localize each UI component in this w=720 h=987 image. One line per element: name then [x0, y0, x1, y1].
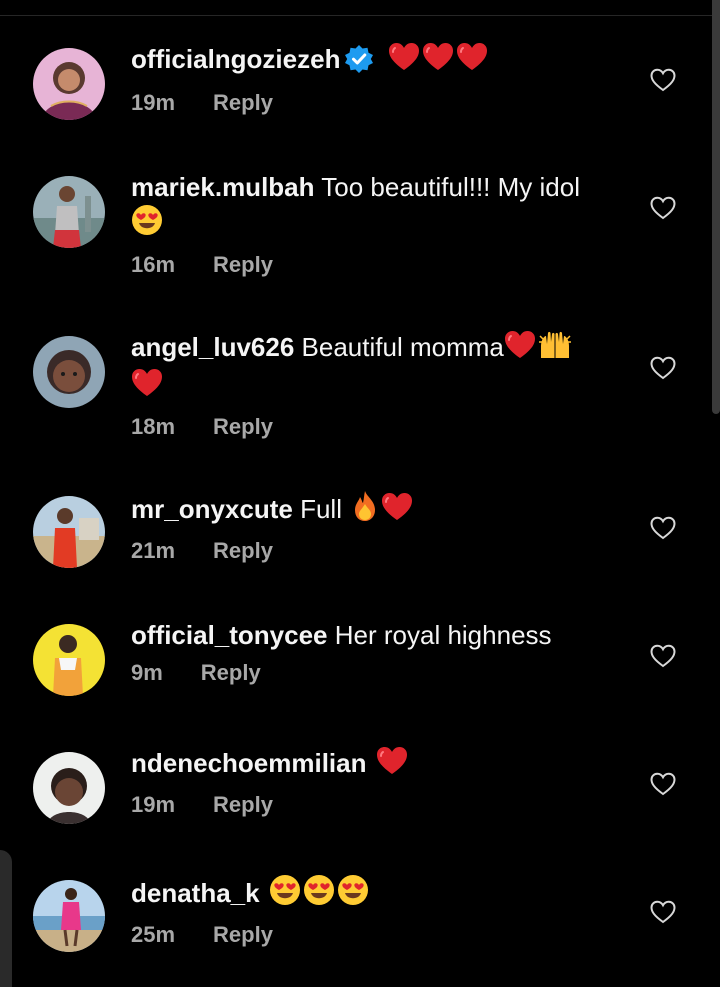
heart-eyes-emoji-icon [337, 874, 369, 914]
comment-text: mariek.mulbah Too beautiful!!! My idol [131, 170, 621, 204]
heart-eyes-emoji-icon [269, 874, 301, 914]
comment-text: denatha_k [131, 874, 621, 914]
heart-eyes-emoji-icon [131, 204, 163, 244]
reply-button[interactable]: Reply [213, 922, 273, 948]
heart-emoji-icon [504, 330, 536, 368]
comment-text: ndenechoemmilian [131, 746, 621, 784]
avatar[interactable] [33, 752, 105, 824]
comment-body: Too beautiful!!! My idol [321, 172, 580, 202]
reply-button[interactable]: Reply [213, 792, 273, 818]
avatar[interactable] [33, 624, 105, 696]
comment-text-continued [131, 368, 621, 406]
avatar[interactable] [33, 496, 105, 568]
avatar[interactable] [33, 880, 105, 952]
comment-username[interactable]: officialngoziezeh [131, 44, 340, 74]
like-heart-icon[interactable] [650, 196, 676, 220]
comment-text: officialngoziezeh [131, 42, 621, 82]
comment-body: Full [300, 494, 350, 524]
comment-username[interactable]: angel_luv626 [131, 332, 294, 362]
comment-meta: 19m Reply [131, 90, 621, 116]
like-heart-icon[interactable] [650, 516, 676, 540]
comment-text: angel_luv626 Beautiful momma [131, 330, 621, 368]
verified-badge-icon [344, 44, 374, 82]
raised-hands-emoji-icon [538, 330, 572, 368]
like-heart-icon[interactable] [650, 772, 676, 796]
avatar[interactable] [33, 176, 105, 248]
comment-meta: 19m Reply [131, 792, 621, 818]
comment-username[interactable]: mr_onyxcute [131, 494, 293, 524]
comment-time: 9m [131, 660, 163, 685]
like-heart-icon[interactable] [650, 68, 676, 92]
heart-emoji-icon [388, 42, 420, 80]
comment-username[interactable]: official_tonycee [131, 620, 328, 650]
reply-button[interactable]: Reply [213, 252, 273, 278]
heart-emoji-icon [422, 42, 454, 80]
reply-button[interactable]: Reply [213, 538, 273, 564]
comment-username[interactable]: ndenechoemmilian [131, 748, 367, 778]
comments-page: officialngoziezeh 19m Reply mariek.mulbah… [0, 0, 720, 987]
heart-emoji-icon [376, 746, 408, 784]
comment-meta: 18m Reply [131, 414, 621, 440]
comment-meta: 25m Reply [131, 922, 621, 948]
comment-text: mr_onyxcute Full [131, 490, 621, 530]
comment-username[interactable]: denatha_k [131, 878, 260, 908]
comment-text-continued [131, 204, 621, 244]
scrollbar[interactable] [712, 0, 720, 414]
comment-username[interactable]: mariek.mulbah [131, 172, 315, 202]
heart-emoji-icon [131, 368, 163, 406]
top-divider [0, 15, 720, 16]
reply-button[interactable]: Reply [213, 414, 273, 440]
like-heart-icon[interactable] [650, 900, 676, 924]
avatar[interactable] [33, 48, 105, 120]
comment-body: Her royal highness [334, 620, 552, 650]
comment-meta: 16m Reply [131, 252, 621, 278]
heart-emoji-icon [456, 42, 488, 80]
fire-emoji-icon [351, 490, 379, 530]
comment-body: Beautiful momma [301, 332, 504, 362]
comment-meta: 9m Reply [131, 660, 621, 686]
comment-time: 25m [131, 922, 176, 947]
comment-time: 18m [131, 414, 176, 439]
comment-meta: 21m Reply [131, 538, 621, 564]
comment-time: 19m [131, 792, 176, 817]
avatar[interactable] [33, 336, 105, 408]
edge-handle[interactable] [0, 850, 12, 987]
comment-time: 21m [131, 538, 176, 563]
comment-text: official_tonycee Her royal highness [131, 618, 621, 652]
heart-eyes-emoji-icon [303, 874, 335, 914]
comment-time: 16m [131, 252, 176, 277]
reply-button[interactable]: Reply [213, 90, 273, 116]
like-heart-icon[interactable] [650, 356, 676, 380]
like-heart-icon[interactable] [650, 644, 676, 668]
comment-time: 19m [131, 90, 176, 115]
heart-emoji-icon [381, 492, 413, 530]
reply-button[interactable]: Reply [201, 660, 261, 686]
